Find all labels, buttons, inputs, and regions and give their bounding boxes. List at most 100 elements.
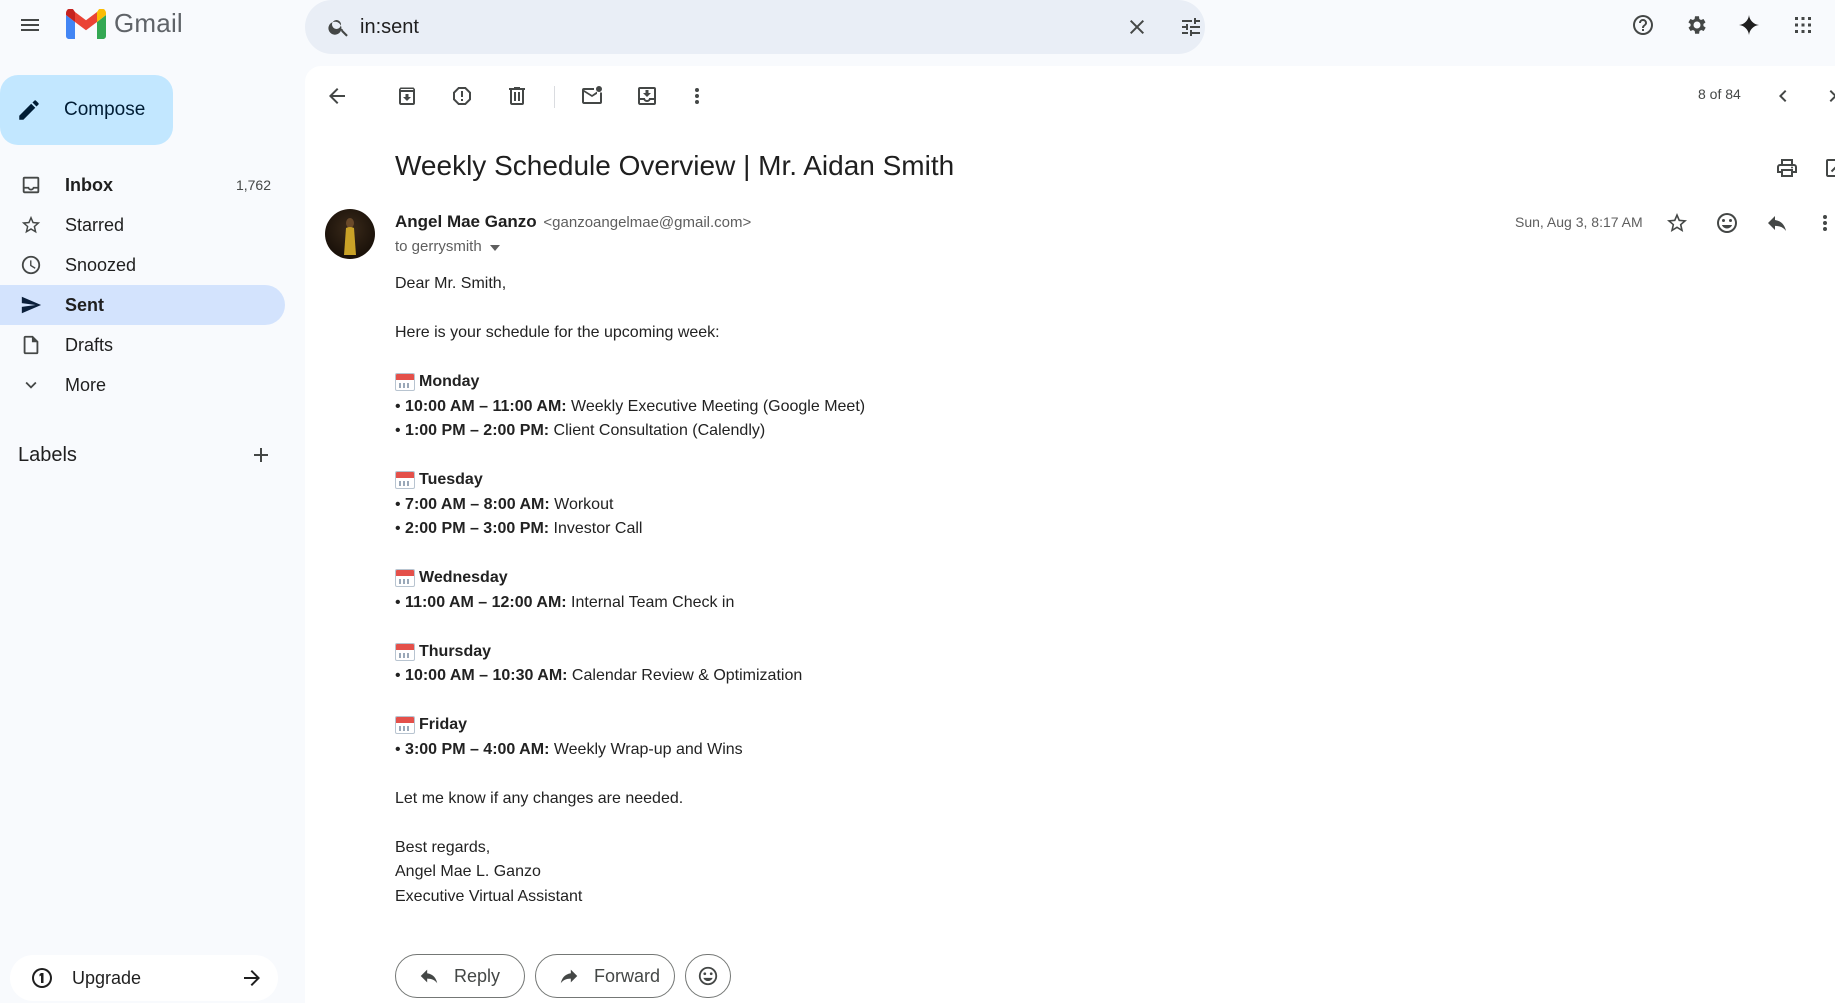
event-line: • 1:00 PM – 2:00 PM: Client Consultation… (395, 422, 766, 439)
sparkle-icon (1739, 15, 1759, 35)
open-in-new-icon (1826, 159, 1835, 177)
arrow-left-icon (329, 88, 345, 104)
sidebar-item-label: More (65, 374, 107, 395)
sidebar-item-drafts[interactable]: Drafts (0, 325, 285, 365)
send-icon (21, 296, 42, 314)
compose-label: Compose (64, 99, 146, 120)
back-button[interactable] (317, 76, 357, 116)
upgrade-label: Upgrade (72, 967, 142, 988)
sidebar-item-label: Inbox (65, 174, 113, 195)
reply-button[interactable]: Reply (395, 954, 525, 998)
star-button[interactable] (1657, 203, 1697, 243)
older-button[interactable] (1813, 76, 1835, 116)
caret-down-icon (489, 244, 500, 251)
delete-button[interactable] (497, 76, 537, 116)
message-more-button[interactable] (1805, 203, 1835, 243)
pencil-icon (19, 100, 39, 120)
sidebar-item-inbox[interactable]: Inbox 1,762 (0, 165, 285, 205)
mark-unread-icon (582, 86, 602, 104)
sidebar-item-label: Snoozed (65, 254, 137, 275)
forward-button[interactable]: Forward (535, 954, 675, 998)
calendar-icon (395, 642, 415, 661)
move-to-button[interactable] (627, 76, 667, 116)
email-date: Sun, Aug 3, 8:17 AM (1515, 214, 1643, 230)
apps-button[interactable] (1783, 5, 1823, 45)
inbox-icon (22, 176, 40, 194)
day-heading: Thursday (395, 640, 1495, 665)
reply-icon-button[interactable] (1757, 203, 1797, 243)
emoji-icon (698, 966, 718, 986)
message-panel: 8 of 84 Weekly Schedule Overview | Mr. A… (305, 66, 1835, 1003)
print-icon (1777, 159, 1797, 177)
event-line: • 7:00 AM – 8:00 AM: Workout (395, 495, 614, 513)
more-actions-button[interactable] (677, 76, 717, 116)
reply-icon (420, 969, 438, 984)
settings-button[interactable] (1677, 5, 1717, 45)
apps-grid-icon (1795, 17, 1811, 33)
gemini-button[interactable] (1729, 5, 1769, 45)
gmail-m-icon (66, 8, 106, 39)
day-heading: Friday (395, 713, 1495, 738)
hamburger-icon (21, 19, 39, 31)
sender-info: Angel Mae Ganzo <ganzoangelmae@gmail.com… (395, 212, 751, 232)
move-to-icon (638, 87, 656, 105)
reply-label: Reply (454, 965, 501, 986)
sidebar-item-label: Sent (65, 294, 105, 315)
day-heading: Tuesday (395, 468, 1495, 493)
mark-unread-button[interactable] (572, 76, 612, 116)
upgrade-button[interactable]: Upgrade (10, 955, 278, 1001)
arrow-right-icon (240, 966, 264, 990)
search-button[interactable] (319, 7, 359, 47)
event-line: • 3:00 PM – 4:00 AM: Weekly Wrap-up and … (395, 740, 743, 758)
draft-icon (23, 335, 39, 355)
sidebar-item-more[interactable]: More (0, 365, 285, 405)
star-icon (21, 215, 41, 234)
event-line: • 10:00 AM – 11:00 AM: Weekly Executive … (395, 397, 866, 415)
plus-icon (254, 448, 268, 462)
event-line: • 2:00 PM – 3:00 PM: Investor Call (395, 520, 643, 537)
search-input[interactable] (360, 0, 1040, 54)
recipient-text: to gerrysmith (395, 238, 482, 255)
help-icon (1633, 15, 1653, 35)
event-line: • 11:00 AM – 12:00 AM: Internal Team Che… (395, 593, 735, 611)
search-options-button[interactable] (1171, 7, 1211, 47)
add-reaction-button[interactable] (1707, 203, 1747, 243)
clear-search-button[interactable] (1117, 7, 1157, 47)
sender-email: <ganzoangelmae@gmail.com> (543, 214, 752, 231)
sender-avatar[interactable] (325, 209, 375, 259)
greeting: Dear Mr. Smith, (395, 275, 507, 292)
main-menu-button[interactable] (10, 5, 50, 45)
storage-upgrade-icon (32, 968, 52, 988)
sender-name[interactable]: Angel Mae Ganzo (395, 212, 537, 231)
gmail-logo[interactable]: Gmail (66, 8, 183, 39)
recipient-details-toggle[interactable]: to gerrysmith (395, 238, 500, 255)
pagination-text: 8 of 84 (1698, 86, 1741, 102)
forward-label: Forward (594, 965, 661, 986)
sidebar-item-snoozed[interactable]: Snoozed (0, 245, 285, 285)
compose-button[interactable]: Compose (0, 75, 173, 145)
closing-line: Let me know if any changes are needed. (395, 789, 684, 807)
signoff: Best regards, (395, 838, 491, 856)
react-emoji-button[interactable] (685, 954, 731, 998)
support-button[interactable] (1623, 5, 1663, 45)
chevron-left-icon (1779, 90, 1787, 102)
print-button[interactable] (1767, 148, 1807, 188)
close-icon (1130, 20, 1144, 34)
report-spam-button[interactable] (442, 76, 482, 116)
labels-header: Labels (18, 440, 273, 470)
add-label-button[interactable] (249, 443, 273, 467)
sidebar-item-label: Drafts (65, 334, 114, 355)
calendar-icon (395, 471, 415, 490)
unread-count: 1,762 (235, 177, 271, 193)
sidebar-item-starred[interactable]: Starred (0, 205, 285, 245)
emoji-icon (1717, 213, 1737, 233)
open-new-window-button[interactable] (1815, 148, 1835, 188)
intro-line: Here is your schedule for the upcoming w… (395, 324, 720, 341)
sidebar-item-sent[interactable]: Sent (0, 285, 285, 325)
archive-icon (399, 87, 415, 105)
sidebar-item-label: Starred (65, 214, 125, 235)
archive-button[interactable] (387, 76, 427, 116)
signature-name: Angel Mae L. Ganzo (395, 863, 541, 880)
gear-icon (1688, 16, 1706, 34)
newer-button[interactable] (1763, 76, 1803, 116)
